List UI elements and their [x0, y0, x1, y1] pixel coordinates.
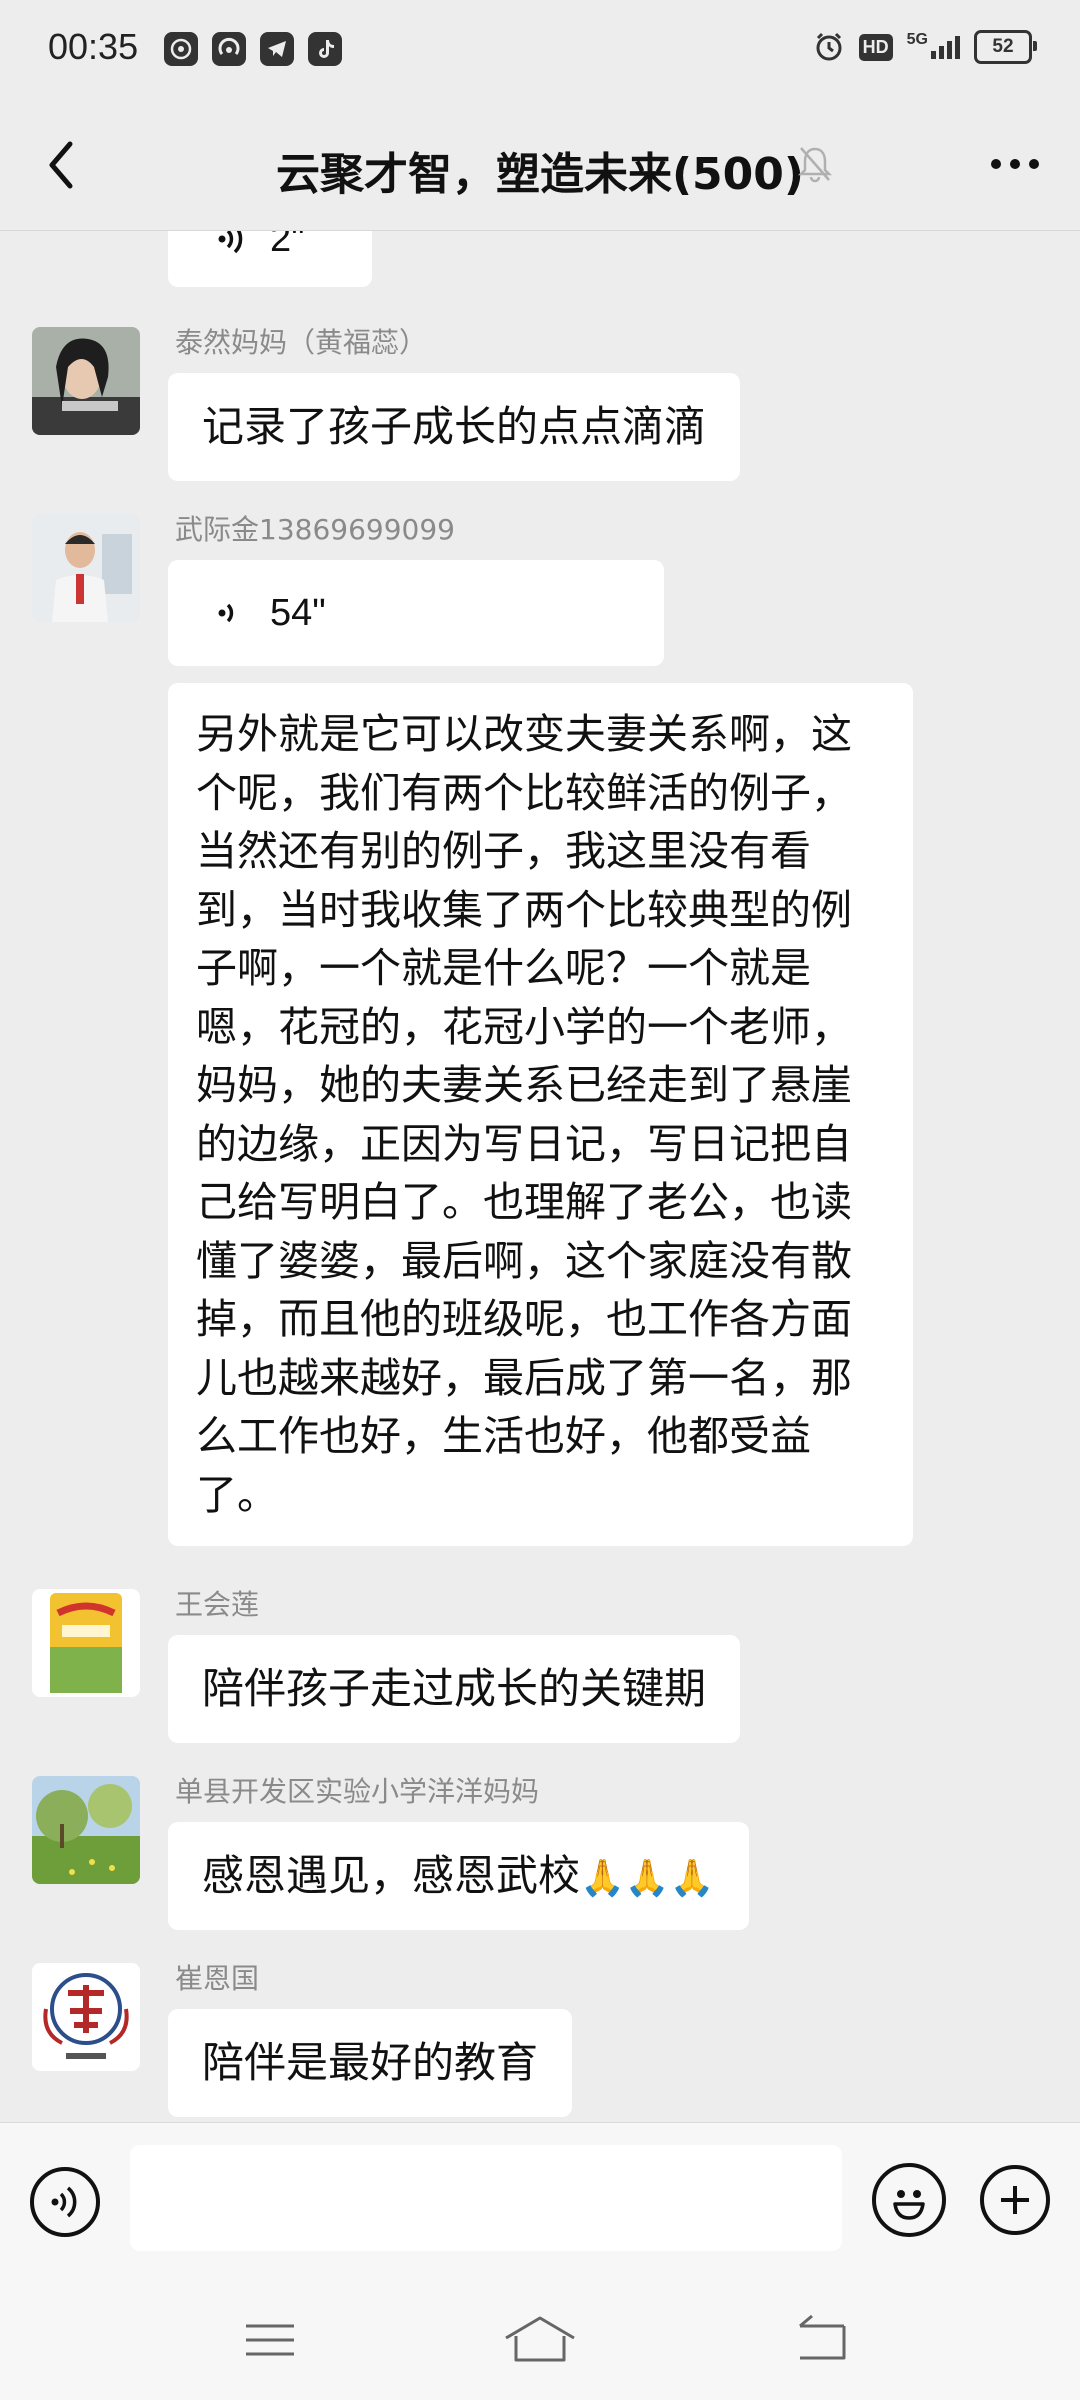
system-nav-bar — [0, 2280, 1080, 2400]
network-type: 5G — [906, 30, 928, 48]
chat-title: 云聚才智，塑造未来(500) — [275, 149, 805, 200]
message-text: 记录了孩子成长的点点滴滴 — [202, 402, 707, 451]
emoji-button[interactable] — [872, 2163, 946, 2237]
sender-name: 崔恩国 — [175, 1962, 260, 1995]
transcribed-text-bubble[interactable]: 另外就是它可以改变夫妻关系啊，这个呢，我们有两个比较鲜活的例子，当然还有别的例子… — [168, 683, 913, 1546]
sender-name: 泰然妈妈（黄福蕊） — [175, 326, 428, 359]
battery-level: 52 — [992, 36, 1014, 57]
back-icon[interactable] — [790, 2310, 850, 2370]
voice-icon — [51, 2186, 77, 2218]
plus-icon — [1001, 2186, 1029, 2214]
browser-app-icon — [212, 32, 246, 66]
status-time: 00:35 — [48, 26, 139, 67]
chat-header: 云聚才智，塑造未来(500) — [0, 100, 1080, 231]
chat-messages[interactable]: 2" 泰然妈妈（黄福蕊） 记录了孩子成长的点点滴滴 武际金13869699099… — [0, 231, 1080, 2121]
voice-duration: 54" — [270, 591, 326, 634]
text-message-bubble[interactable]: 陪伴是最好的教育 — [168, 2009, 573, 2117]
voice-message-bubble[interactable]: 2" — [168, 231, 372, 287]
message-text: 另外就是它可以改变夫妻关系啊，这个呢，我们有两个比较鲜活的例子，当然还有别的例子… — [196, 710, 852, 1519]
message-input[interactable] — [130, 2145, 842, 2251]
pray-emoji: 🙏🙏🙏 — [580, 1858, 715, 1899]
voice-input-button[interactable] — [30, 2167, 100, 2237]
voice-message-bubble[interactable]: 54" — [168, 560, 664, 666]
plus-button[interactable] — [980, 2165, 1050, 2235]
music-app-icon — [164, 32, 198, 66]
mute-bell-icon — [797, 147, 833, 183]
status-indicators: HD 5G 52 — [813, 30, 1037, 64]
notification-icons — [164, 32, 342, 66]
text-message-bubble[interactable]: 记录了孩子成长的点点滴滴 — [168, 373, 741, 481]
input-bar — [0, 2122, 1080, 2281]
message-text: 陪伴是最好的教育 — [202, 2038, 539, 2087]
avatar[interactable] — [32, 1589, 140, 1697]
menu-icon[interactable] — [240, 2310, 300, 2370]
text-message-bubble[interactable]: 感恩遇见，感恩武校🙏🙏🙏 — [168, 1822, 749, 1930]
voice-icon — [218, 603, 234, 623]
signal-icon: 5G — [907, 31, 960, 59]
voice-icon — [218, 231, 243, 254]
avatar[interactable] — [32, 514, 140, 622]
sender-name: 武际金13869699099 — [175, 513, 455, 546]
avatar[interactable] — [32, 327, 140, 435]
voice-duration: 2" — [270, 231, 305, 260]
text-message-bubble[interactable]: 陪伴孩子走过成长的关键期 — [168, 1635, 741, 1743]
sender-name: 单县开发区实验小学洋洋妈妈 — [175, 1775, 540, 1808]
tiktok-app-icon — [308, 32, 342, 66]
home-icon[interactable] — [502, 2310, 578, 2370]
emoji-icon — [893, 2190, 925, 2220]
message-text: 陪伴孩子走过成长的关键期 — [202, 1664, 707, 1713]
sender-name: 王会莲 — [175, 1588, 260, 1621]
hd-badge: HD — [858, 33, 893, 61]
message-text: 感恩遇见，感恩武校 — [202, 1851, 581, 1900]
avatar[interactable] — [32, 1776, 140, 1884]
alarm-icon — [816, 32, 842, 61]
more-icon[interactable] — [980, 134, 1050, 194]
telegram-app-icon — [260, 32, 294, 66]
status-bar: 00:35 HD 5G 52 — [0, 0, 1080, 100]
battery-icon: 52 — [974, 30, 1037, 64]
avatar[interactable] — [32, 1963, 140, 2071]
